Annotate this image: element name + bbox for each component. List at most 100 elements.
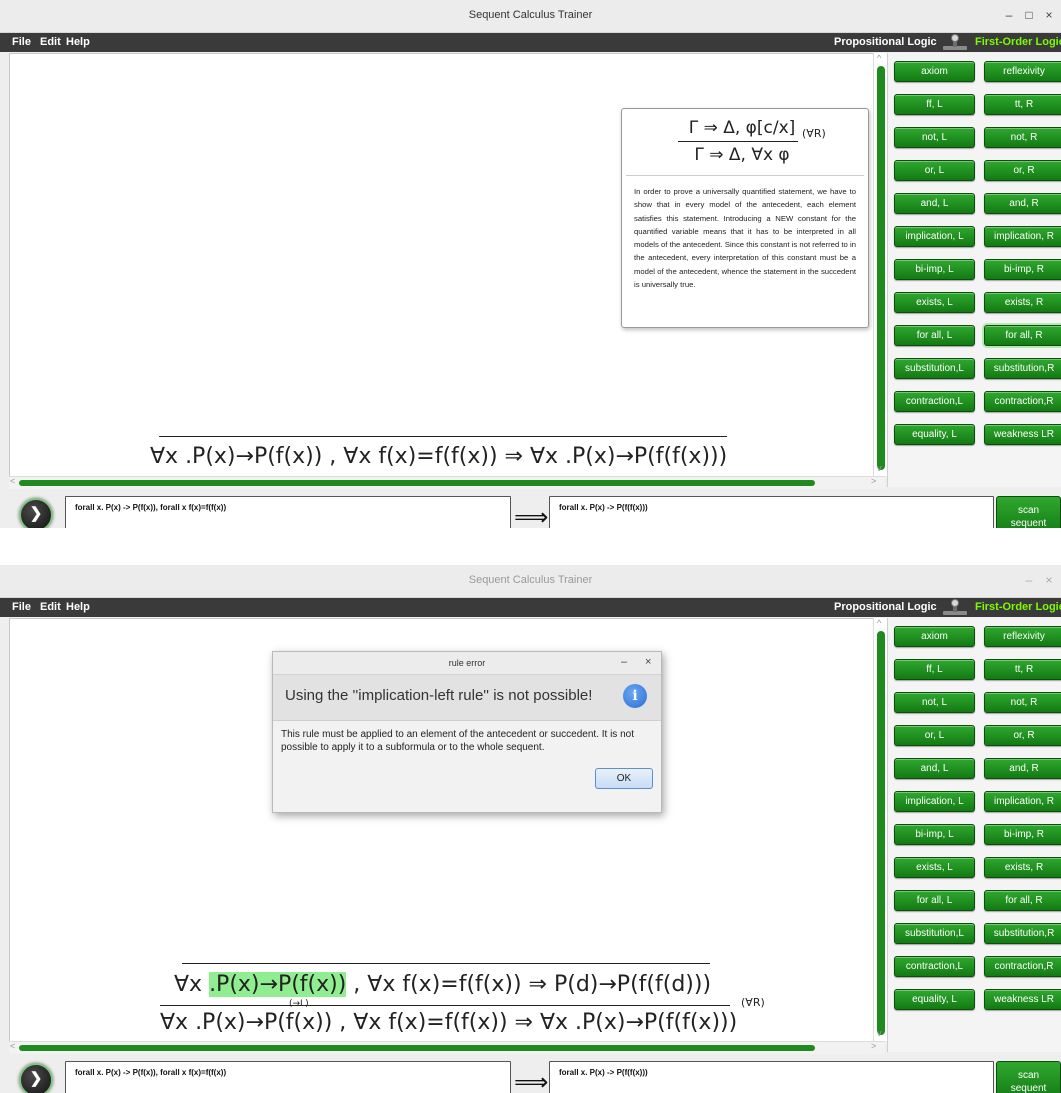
menu-file[interactable]: File [12,601,31,613]
ok-button[interactable]: OK [595,768,653,789]
rule-implication-r-button[interactable]: implication, R [984,226,1061,247]
scroll-down-icon[interactable]: v [877,463,882,473]
rule-substitution-r-button[interactable]: substitution,R [984,358,1061,379]
rule-reflexivity-button[interactable]: reflexivity [984,626,1061,647]
rule-bi-imp-r-button[interactable]: bi-imp, R [984,259,1061,280]
scroll-up-icon[interactable]: ^ [877,618,881,628]
scan-sequent-button[interactable]: scan sequent [996,496,1061,528]
minimize-button[interactable]: – [1002,8,1016,22]
antecedent-input[interactable]: forall x. P(x) -> P(f(x)), forall x f(x)… [65,496,511,528]
rule-not-r-button[interactable]: not, R [984,127,1061,148]
scan-label-line1: scan [1017,1070,1040,1081]
rule-exists-l-button[interactable]: exists, L [894,857,975,878]
rule-substitution-l-button[interactable]: substitution,L [894,358,975,379]
rule-for-all-l-button[interactable]: for all, L [894,325,975,346]
rule-contraction-r-button[interactable]: contraction,R [984,391,1061,412]
logic-switch-icon[interactable] [942,599,968,616]
rule-for-all-l-button[interactable]: for all, L [894,890,975,911]
close-button[interactable]: × [1042,8,1056,22]
scroll-left-icon[interactable]: < [10,476,15,486]
rule-for-all-r-button[interactable]: for all, R [984,325,1061,346]
rule-implication-l-button[interactable]: implication, L [894,791,975,812]
rule-and-l-button[interactable]: and, L [894,193,975,214]
rule-or-l-button[interactable]: or, L [894,725,975,746]
succedent-input[interactable]: forall x. P(x) -> P(f(f(x))) [549,496,994,528]
menu-help[interactable]: Help [66,36,90,48]
horizontal-scrollbar[interactable]: < > [9,1041,885,1054]
menu-edit[interactable]: Edit [40,36,61,48]
rule-exists-l-button[interactable]: exists, L [894,292,975,313]
proof-canvas[interactable]: Γ ⇒ Δ, φ[c/x] Γ ⇒ Δ, ∀x φ (∀R) In order … [9,53,875,489]
propositional-logic-label[interactable]: Propositional Logic [834,601,937,613]
rule-implication-l-button[interactable]: implication, L [894,226,975,247]
horizontal-scroll-thumb[interactable] [19,480,815,486]
rule-and-r-button[interactable]: and, R [984,758,1061,779]
vertical-scrollbar[interactable]: ^ v [873,618,888,1041]
rule-or-r-button[interactable]: or, R [984,160,1061,181]
rule-tt-r-button[interactable]: tt, R [984,659,1061,680]
rule-substitution-l-button[interactable]: substitution,L [894,923,975,944]
rule-implication-r-button[interactable]: implication, R [984,791,1061,812]
rule-or-l-button[interactable]: or, L [894,160,975,181]
apply-go-button[interactable]: ❯ [19,498,53,528]
rule-ff-l-button[interactable]: ff, L [894,659,975,680]
conclusion-sequent[interactable]: ∀x .P(x)→P(f(x)) , ∀x f(x)=f(f(x)) ⇒ ∀x … [160,1010,737,1035]
rule-tt-r-button[interactable]: tt, R [984,94,1061,115]
rule-equality-l-button[interactable]: equality, L [894,424,975,445]
menu-edit[interactable]: Edit [40,601,61,613]
menu-help[interactable]: Help [66,601,90,613]
root-sequent[interactable]: ∀x .P(x)→P(f(x)) , ∀x f(x)=f(f(x)) ⇒ ∀x … [150,444,727,469]
antecedent-input[interactable]: forall x. P(x) -> P(f(x)), forall x f(x)… [65,1061,511,1093]
proof-canvas[interactable]: ∀x .P(x)→P(f(x)) , ∀x f(x)=f(f(x)) ⇒ P(d… [9,618,875,1054]
rule-not-l-button[interactable]: not, L [894,692,975,713]
rule-or-r-button[interactable]: or, R [984,725,1061,746]
rule-contraction-l-button[interactable]: contraction,L [894,391,975,412]
rule-bi-imp-l-button[interactable]: bi-imp, L [894,824,975,845]
scroll-down-icon[interactable]: v [877,1028,882,1038]
first-order-logic-label[interactable]: First-Order Logic [975,36,1061,48]
go-arrow-icon: ❯ [29,505,43,522]
rule-bi-imp-r-button[interactable]: bi-imp, R [984,824,1061,845]
horizontal-scrollbar[interactable]: < > [9,476,885,489]
premise-sequent[interactable]: ∀x .P(x)→P(f(x)) , ∀x f(x)=f(f(x)) ⇒ P(d… [174,972,711,997]
rule-not-l-button[interactable]: not, L [894,127,975,148]
scroll-right-icon[interactable]: > [871,476,876,486]
vertical-scroll-thumb[interactable] [877,631,885,1035]
minimize-button[interactable]: – [1022,573,1036,587]
rule-equality-l-button[interactable]: equality, L [894,989,975,1010]
horizontal-scroll-thumb[interactable] [19,1045,815,1051]
vertical-scroll-thumb[interactable] [877,66,885,470]
first-order-logic-label[interactable]: First-Order Logic [975,601,1061,613]
apply-go-button[interactable]: ❯ [19,1063,53,1093]
rule-exists-r-button[interactable]: exists, R [984,857,1061,878]
rule-axiom-button[interactable]: axiom [894,61,975,82]
rule-reflexivity-button[interactable]: reflexivity [984,61,1061,82]
rule-contraction-l-button[interactable]: contraction,L [894,956,975,977]
dialog-minimize-button[interactable]: – [621,656,627,668]
rule-for-all-r-button[interactable]: for all, R [984,890,1061,911]
scan-sequent-button[interactable]: scan sequent [996,1061,1061,1093]
rule-not-r-button[interactable]: not, R [984,692,1061,713]
highlighted-subformula[interactable]: .P(x)→P(f(x)) [209,972,347,997]
scroll-up-icon[interactable]: ^ [877,53,881,63]
rule-weakness-lr-button[interactable]: weakness LR [984,424,1061,445]
rule-ff-l-button[interactable]: ff, L [894,94,975,115]
dialog-close-button[interactable]: × [645,656,651,668]
rule-bi-imp-l-button[interactable]: bi-imp, L [894,259,975,280]
succedent-input[interactable]: forall x. P(x) -> P(f(f(x))) [549,1061,994,1093]
close-button[interactable]: × [1042,573,1056,587]
scroll-left-icon[interactable]: < [10,1041,15,1051]
rule-and-l-button[interactable]: and, L [894,758,975,779]
maximize-button[interactable]: □ [1022,8,1036,22]
rule-contraction-r-button[interactable]: contraction,R [984,956,1061,977]
scroll-right-icon[interactable]: > [871,1041,876,1051]
menu-file[interactable]: File [12,36,31,48]
vertical-scrollbar[interactable]: ^ v [873,53,888,476]
rule-axiom-button[interactable]: axiom [894,626,975,647]
propositional-logic-label[interactable]: Propositional Logic [834,36,937,48]
rule-weakness-lr-button[interactable]: weakness LR [984,989,1061,1010]
rule-substitution-r-button[interactable]: substitution,R [984,923,1061,944]
rule-exists-r-button[interactable]: exists, R [984,292,1061,313]
rule-and-r-button[interactable]: and, R [984,193,1061,214]
logic-switch-icon[interactable] [942,34,968,51]
